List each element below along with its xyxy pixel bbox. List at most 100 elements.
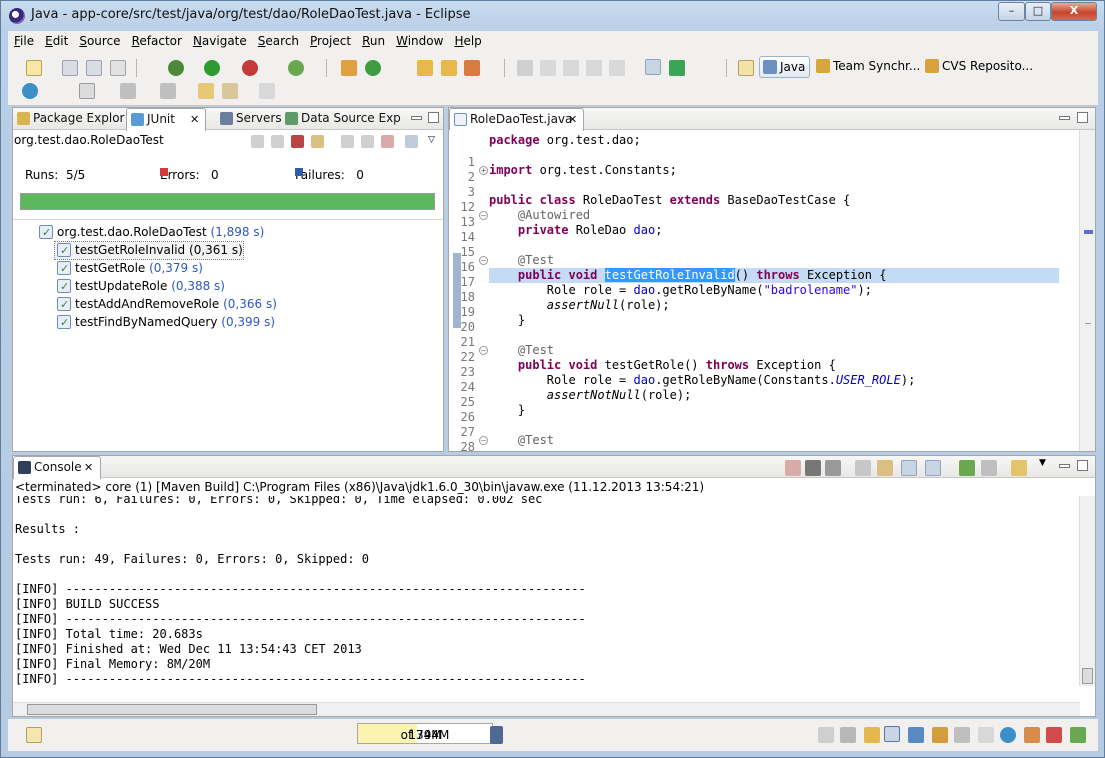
cloud-icon[interactable] bbox=[22, 83, 38, 99]
tree-test-item[interactable]: testGetRole (0,379 s) bbox=[55, 260, 203, 277]
code-line[interactable]: Role role = dao.getRoleByName("badrolena… bbox=[489, 283, 872, 298]
close-tab-icon[interactable]: ✕ bbox=[190, 109, 199, 130]
task-list-icon[interactable] bbox=[669, 60, 685, 76]
close-tab-icon[interactable]: ✕ bbox=[568, 109, 577, 130]
minimize-view-icon[interactable] bbox=[411, 116, 422, 120]
open-folder-icon[interactable] bbox=[441, 60, 457, 76]
tree-test-item[interactable]: testFindByNamedQuery (0,399 s) bbox=[55, 314, 275, 331]
code-line[interactable]: } bbox=[489, 403, 525, 418]
menu-edit[interactable]: Edit bbox=[39, 31, 73, 48]
rerun-test-icon[interactable] bbox=[341, 135, 354, 148]
code-line[interactable]: public void testGetRole() throws Excepti… bbox=[489, 358, 836, 373]
code-line[interactable]: @Test bbox=[489, 253, 554, 268]
code-line[interactable]: assertNull(role); bbox=[489, 298, 670, 313]
toggle-breadcrumb-icon[interactable] bbox=[540, 60, 556, 76]
code-line[interactable]: @Autowired bbox=[489, 208, 590, 223]
show-failures-only-icon[interactable] bbox=[291, 135, 304, 148]
status-icon[interactable] bbox=[864, 727, 880, 743]
collapse-fold-icon[interactable]: – bbox=[479, 211, 488, 220]
prev-failure-icon[interactable] bbox=[271, 135, 284, 148]
code-line[interactable]: assertNotNull(role); bbox=[489, 388, 692, 403]
show-whitespace-icon[interactable] bbox=[586, 60, 602, 76]
menu-refactor[interactable]: Refactor bbox=[126, 31, 187, 48]
menu-navigate[interactable]: Navigate bbox=[187, 31, 252, 48]
new-icon[interactable] bbox=[26, 60, 42, 76]
code-line[interactable]: } bbox=[489, 313, 525, 328]
close-tab-icon[interactable]: ✕ bbox=[84, 457, 93, 478]
open-perspective-icon[interactable] bbox=[738, 60, 754, 76]
status-icon[interactable] bbox=[1024, 727, 1040, 743]
status-icon[interactable] bbox=[1070, 727, 1086, 743]
tab-data-source[interactable]: Data Source Exp bbox=[281, 108, 401, 130]
tree-test-item[interactable]: testAddAndRemoveRole (0,366 s) bbox=[55, 296, 277, 313]
new-class-icon[interactable] bbox=[365, 60, 381, 76]
tree-root-suite[interactable]: org.test.dao.RoleDaoTest (1,898 s) bbox=[37, 224, 264, 241]
tab-junit[interactable]: JUnit ✕ bbox=[126, 108, 206, 131]
code-line[interactable]: Role role = dao.getRoleByName(Constants.… bbox=[489, 373, 916, 388]
save-all-icon[interactable] bbox=[86, 60, 102, 76]
new-java-project-icon[interactable] bbox=[341, 60, 357, 76]
menu-file[interactable]: File bbox=[8, 31, 39, 48]
block-selection-icon[interactable] bbox=[563, 60, 579, 76]
minimize-button[interactable]: – bbox=[998, 2, 1025, 21]
status-icon[interactable] bbox=[840, 727, 856, 743]
debug-icon[interactable] bbox=[168, 60, 184, 76]
open-type-icon[interactable] bbox=[417, 60, 433, 76]
console-vscroll[interactable] bbox=[1079, 496, 1095, 686]
menu-source[interactable]: Source bbox=[73, 31, 125, 48]
external-tools-icon[interactable] bbox=[242, 60, 258, 76]
maximize-view-icon[interactable] bbox=[428, 112, 439, 123]
code-line[interactable]: import org.test.Constants; bbox=[489, 163, 677, 178]
status-icon[interactable] bbox=[908, 727, 924, 743]
console-scroll-thumb[interactable] bbox=[1082, 668, 1093, 684]
code-line[interactable]: private RoleDao dao; bbox=[489, 223, 663, 238]
menu-project[interactable]: Project bbox=[304, 31, 356, 48]
show-on-stderr-icon[interactable] bbox=[925, 460, 941, 476]
code-line[interactable]: package org.test.dao; bbox=[489, 133, 641, 148]
open-console-icon[interactable] bbox=[1011, 460, 1027, 476]
maximize-editor-icon[interactable] bbox=[1077, 112, 1088, 123]
stop-test-icon[interactable] bbox=[381, 135, 394, 148]
run-icon[interactable] bbox=[204, 60, 220, 76]
clear-console-icon[interactable] bbox=[855, 460, 871, 476]
tab-console[interactable]: Console ✕ bbox=[13, 456, 101, 479]
occurrence-marker[interactable] bbox=[1084, 230, 1093, 234]
trash-icon[interactable] bbox=[490, 726, 503, 744]
minimize-console-icon[interactable] bbox=[1059, 464, 1070, 468]
terminate-icon[interactable] bbox=[785, 460, 801, 476]
status-icon[interactable] bbox=[954, 727, 970, 743]
fast-view-icon[interactable] bbox=[26, 727, 42, 743]
back-icon[interactable] bbox=[222, 83, 238, 99]
console-hscroll-thumb[interactable] bbox=[27, 704, 317, 715]
paragraph-icon[interactable] bbox=[609, 60, 625, 76]
annotation-icon[interactable] bbox=[79, 83, 95, 99]
tab-package-explorer[interactable]: Package Explor bbox=[13, 108, 128, 130]
expand-fold-icon[interactable]: + bbox=[479, 166, 488, 175]
code-line[interactable]: @Test bbox=[489, 343, 554, 358]
tab-roledaotest-java[interactable]: RoleDaoTest.java ✕ bbox=[449, 108, 584, 131]
maximize-console-icon[interactable] bbox=[1077, 460, 1088, 471]
status-icon[interactable] bbox=[1000, 727, 1016, 743]
minimize-editor-icon[interactable] bbox=[1059, 116, 1070, 120]
console-output[interactable]: Tests run: 6, Failures: 0, Errors: 0, Sk… bbox=[13, 496, 1080, 686]
forward-icon[interactable] bbox=[259, 83, 275, 99]
display-console-icon[interactable] bbox=[981, 460, 997, 476]
print-icon[interactable] bbox=[110, 60, 126, 76]
rerun-failed-icon[interactable] bbox=[361, 135, 374, 148]
status-icon[interactable] bbox=[932, 727, 948, 743]
collapse-fold-icon[interactable]: – bbox=[479, 256, 488, 265]
pin-console-icon[interactable] bbox=[959, 460, 975, 476]
menu-run[interactable]: Run bbox=[356, 31, 390, 48]
prev-annotation-icon[interactable] bbox=[160, 83, 176, 99]
scroll-lock-icon[interactable] bbox=[311, 135, 324, 148]
close-button[interactable]: X bbox=[1051, 2, 1097, 21]
console-hscroll[interactable] bbox=[13, 702, 1080, 716]
coverage-icon[interactable] bbox=[288, 60, 304, 76]
status-icon[interactable] bbox=[1046, 727, 1062, 743]
test-history-icon[interactable] bbox=[405, 135, 418, 148]
heap-status[interactable]: 174M of 394M bbox=[357, 723, 493, 744]
collapse-fold-icon[interactable]: – bbox=[479, 346, 488, 355]
next-failure-icon[interactable] bbox=[251, 135, 264, 148]
tree-test-item[interactable]: testUpdateRole (0,388 s) bbox=[55, 278, 225, 295]
tree-test-item[interactable]: testGetRoleInvalid (0,361 s) bbox=[54, 241, 244, 260]
